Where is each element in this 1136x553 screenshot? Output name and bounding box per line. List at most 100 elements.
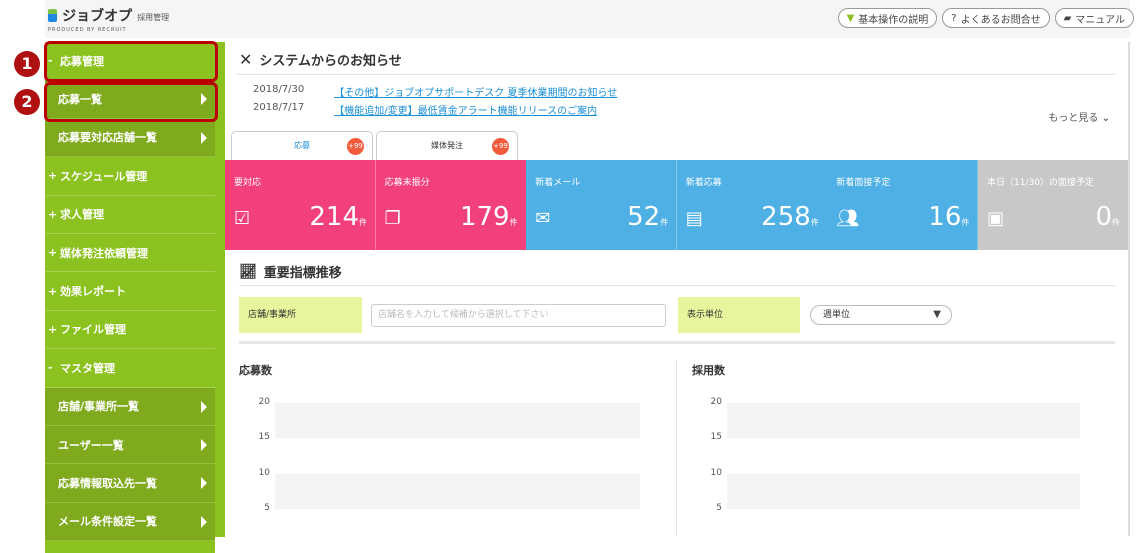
app-header: ジョブオプ 採用管理 PRODUCED BY RECRUIT ▼ 基本操作の説明 … (45, 0, 1134, 38)
logo-mark-icon (48, 9, 57, 22)
main-content: ✕ システムからのお知らせ 2018/7/30 【その他】ジョブオプサポートデスク … (225, 42, 1129, 536)
expand-toggle-icon: - (48, 361, 53, 375)
sidebar-item[interactable]: + 媒体発注依頼管理 (45, 234, 215, 273)
expand-toggle-icon: + (48, 284, 58, 298)
more-text: もっと見る (1048, 113, 1099, 124)
logo[interactable]: ジョブオプ 採用管理 PRODUCED BY RECRUIT (48, 5, 169, 33)
stat-unit: 件 (660, 218, 669, 227)
notice-title-text: システムからのお知らせ (259, 54, 402, 69)
sidebar-item[interactable]: + スケジュール管理 (45, 157, 215, 196)
chart-grid-band (727, 473, 1080, 509)
more-link[interactable]: もっと見る ⌄ (1048, 109, 1110, 124)
stat-card[interactable]: 応募未振分 ❐ 179件 (375, 160, 527, 250)
sidebar-item[interactable]: ユーザー一覧 (45, 425, 215, 465)
stat-number: 0 (1095, 202, 1112, 232)
notice-link[interactable]: 【機能追加/変更】最低賃金アラート機能リリースのご案内 (334, 102, 597, 117)
chevron-right-icon (201, 438, 207, 451)
sidebar-item-label: 店舗/事業所一覧 (58, 400, 140, 414)
stat-card[interactable]: 新着応募 ▤ 258件 (676, 160, 828, 250)
y-tick-label: 20 (710, 397, 722, 407)
y-tick-label: 15 (710, 432, 722, 443)
documents-icon: ❐ (384, 208, 401, 229)
stat-card[interactable]: 新着メール ✉ 52件 (526, 160, 678, 250)
stat-value: 179件 (460, 202, 518, 232)
people-icon: 👥︎ (836, 208, 860, 229)
checkbox-icon: ☑ (234, 208, 251, 229)
button-label: マニュアル (1075, 14, 1125, 26)
chart-grid-band (275, 403, 640, 439)
stat-card[interactable]: 要対応 ☑ 214件 (225, 160, 376, 250)
sidebar-item[interactable]: - マスタ管理 (45, 349, 215, 388)
notice-date: 2018/7/30 (253, 84, 305, 95)
y-tick-label: 5 (716, 503, 722, 513)
tab-count-badge: +99 (347, 138, 364, 155)
highlight-box-1 (44, 41, 218, 82)
tab-label: 応募 (294, 141, 310, 150)
notice-item: 2018/7/30 【その他】ジョブオプサポートデスク 夏季休業期間のお知らせ (253, 84, 617, 99)
stat-value: 52件 (627, 202, 668, 232)
stat-value: 16件 (928, 202, 969, 232)
notice-date: 2018/7/17 (253, 102, 305, 113)
manual-button[interactable]: ▰ マニュアル (1054, 8, 1134, 28)
notice-link[interactable]: 【その他】ジョブオプサポートデスク 夏季休業期間のお知らせ (334, 84, 617, 99)
sidebar-item-label: ユーザー一覧 (58, 438, 124, 452)
unit-label: 表示単位 (678, 297, 800, 333)
expand-toggle-icon: + (48, 322, 58, 336)
sidebar-item[interactable]: メール条件設定一覧 (45, 502, 215, 542)
sidebar-item-label: スケジュール管理 (60, 169, 148, 183)
sidebar-item-label: 媒体発注依頼管理 (60, 246, 148, 260)
sidebar-item-label: ファイル管理 (60, 323, 126, 337)
stat-label: 要対応 (234, 178, 262, 188)
tab-count-badge: +99 (492, 138, 509, 155)
stat-value: 0件 (1095, 202, 1120, 232)
sidebar-item[interactable]: + 効果レポート (45, 272, 215, 311)
stat-label: 応募未振分 (384, 178, 430, 188)
stat-card[interactable]: 本日（11/30）の面接予定 ▣ 0件 (978, 160, 1129, 250)
line-chart-icon: 📈︎ (239, 263, 257, 280)
dropdown-arrow-icon: ▼ (933, 309, 941, 320)
store-label: 店舗/事業所 (239, 297, 362, 333)
highlight-box-2 (44, 82, 218, 122)
unit-select-value: 週単位 (823, 310, 851, 320)
stat-card[interactable]: 新着面接予定 👥︎ 16件 (827, 160, 979, 250)
chevron-right-icon (201, 131, 207, 144)
chart-grid-band (275, 473, 640, 509)
annotation-badge-2: 2 (14, 89, 40, 115)
beginner-icon: ▼ (846, 12, 855, 24)
faq-button[interactable]: ? よくあるお問合せ (942, 8, 1050, 28)
button-label: よくあるお問合せ (960, 14, 1041, 26)
book-icon: ▰ (1063, 12, 1072, 24)
annotation-badge-1: 1 (14, 51, 40, 77)
expand-toggle-icon: + (48, 246, 58, 260)
notice-title: ✕ システムからのお知らせ (239, 50, 402, 69)
sidebar-item[interactable]: + 求人管理 (45, 196, 215, 234)
sidebar-item[interactable]: 店舗/事業所一覧 (45, 387, 215, 426)
sidebar-item[interactable]: 応募要対応店舗一覧 (45, 118, 215, 158)
tab-media-orders[interactable]: 媒体発注 +99 (376, 131, 518, 161)
sidebar-item-label: 応募情報取込先一覧 (58, 476, 157, 490)
y-tick-label: 10 (710, 467, 722, 478)
store-search-input[interactable]: 店舗名を入力して候補から選択して下さい (371, 304, 666, 327)
stat-label: 新着応募 (685, 178, 722, 188)
stat-unit: 件 (509, 218, 518, 227)
stat-number: 52 (627, 202, 661, 232)
calendar-icon: ▣ (987, 208, 1005, 229)
unit-select[interactable]: 週単位 ▼ (810, 305, 952, 325)
basic-guide-button[interactable]: ▼ 基本操作の説明 (837, 8, 938, 28)
sidebar-item[interactable]: 応募情報取込先一覧 (45, 464, 215, 503)
logo-sub: 採用管理 (137, 13, 170, 22)
chevron-right-icon (201, 400, 207, 413)
chart-title: 採用数 (692, 364, 725, 377)
stat-label: 本日（11/30）の面接予定 (987, 178, 1094, 188)
sidebar-item-label: メール条件設定一覧 (58, 515, 157, 529)
logo-byline: PRODUCED BY RECRUIT (48, 26, 127, 33)
tab-applications[interactable]: 応募 +99 (231, 131, 373, 161)
tab-label: 媒体発注 (431, 141, 463, 150)
sidebar-item-label: 応募要対応店舗一覧 (58, 131, 157, 145)
chart-grid-band (727, 403, 1080, 439)
stat-number: 214 (309, 202, 359, 232)
sidebar-item-label: 求人管理 (60, 208, 104, 222)
sidebar-item[interactable]: + ファイル管理 (45, 311, 215, 350)
chart-divider (676, 360, 677, 536)
stat-number: 258 (761, 202, 811, 232)
